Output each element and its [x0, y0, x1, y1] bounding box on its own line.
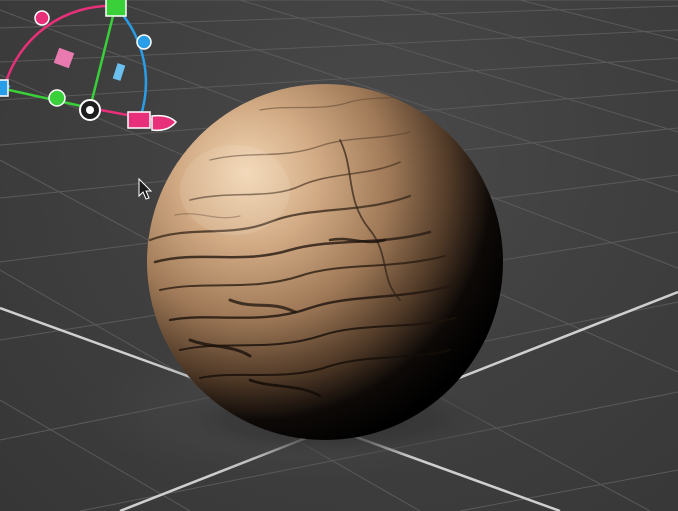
gizmo-yz-plane-handle[interactable]: [112, 63, 126, 81]
gizmo-xy-plane-handle[interactable]: [53, 47, 75, 69]
gizmo-z-scale-handle[interactable]: [0, 79, 9, 97]
gizmo-x-translate-handle[interactable]: [48, 89, 66, 107]
gizmo-pivot-icon[interactable]: [79, 99, 101, 121]
gizmo-z-rotation-arc[interactable]: [114, 5, 148, 119]
gizmo-x-rotation-handle[interactable]: [34, 10, 50, 26]
gizmo-x-scale-handle[interactable]: [127, 111, 151, 129]
gizmo-z-rotation-handle[interactable]: [136, 34, 152, 50]
3d-viewport[interactable]: [0, 0, 678, 511]
arrow-pointer-icon: [138, 177, 153, 200]
viewport-canvas[interactable]: [0, 0, 678, 511]
gizmo-x-arrow-handle[interactable]: [151, 114, 178, 132]
rock-sphere[interactable]: [147, 84, 503, 440]
sphere-specular: [180, 145, 290, 235]
gizmo-x-axis-green[interactable]: [0, 86, 91, 110]
gizmo-y-scale-handle[interactable]: [105, 0, 127, 17]
